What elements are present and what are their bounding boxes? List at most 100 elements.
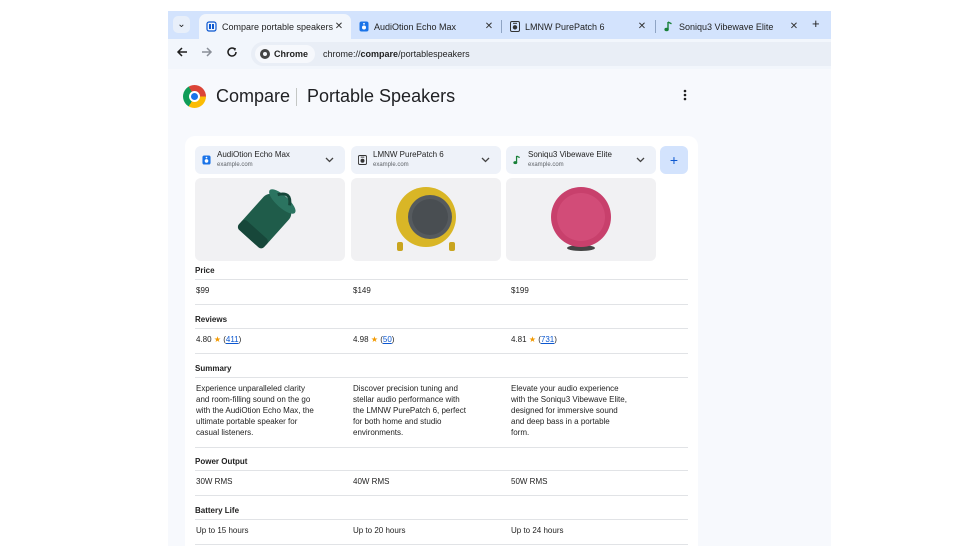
review-count-link[interactable]: 411 — [226, 335, 239, 344]
summary-line: and deep bass in a portable — [511, 417, 610, 426]
product-header-3[interactable]: Soniqu3 Vibewave Elite example.com — [506, 146, 656, 174]
url-host: compare — [360, 49, 399, 59]
add-product-button[interactable]: + — [660, 146, 688, 174]
new-tab-button[interactable]: + — [812, 17, 820, 31]
toolbar: Chrome chrome://compare/portablespeakers — [168, 39, 831, 69]
site-chip-label: Chrome — [274, 49, 309, 59]
chevron-down-icon[interactable] — [481, 155, 495, 165]
summary-line: with the Soniqu3 Vibewave Elite, — [511, 395, 627, 404]
summary-line: casual listeners. — [196, 428, 254, 437]
review-cell: 4.98 ★ (50) — [353, 335, 395, 344]
reload-icon — [227, 47, 237, 57]
product-domain: example.com — [528, 162, 564, 168]
tab-title: AudiOtion Echo Max — [374, 21, 457, 32]
url-path: /portablespeakers — [398, 49, 470, 59]
summary-line: Discover precision tuning and — [353, 384, 458, 393]
round-speaker-image — [396, 187, 456, 251]
summary-line: with the AudiOtion Echo Max, the — [196, 406, 314, 415]
divider — [195, 519, 688, 520]
battery-value: Up to 24 hours — [511, 526, 564, 535]
summary-line: for both home and studio — [353, 417, 442, 426]
page-brand: Compare — [216, 86, 291, 106]
section-label: Battery Life — [195, 506, 240, 515]
product-name: Soniqu3 Vibewave Elite — [528, 150, 612, 159]
product-image-1[interactable] — [195, 178, 345, 261]
review-cell: 4.80 ★ (411) — [196, 335, 242, 344]
product-image-2[interactable] — [351, 178, 501, 261]
product-name: LMNW PurePatch 6 — [373, 150, 444, 159]
summary-line: stellar audio performance with — [353, 395, 460, 404]
product-name: AudiOtion Echo Max — [217, 150, 290, 159]
power-value: 40W RMS — [353, 477, 390, 486]
close-icon[interactable]: ✕ — [636, 21, 648, 32]
table-title[interactable]: Portable Speakers — [307, 86, 455, 107]
tab-title: LMNW PurePatch 6 — [525, 21, 605, 32]
sphere-speaker-image — [551, 187, 611, 251]
section-label: Summary — [195, 364, 232, 373]
music-note-icon — [663, 21, 674, 32]
divider — [296, 88, 297, 106]
power-value: 50W RMS — [511, 477, 548, 486]
summary-text: Discover precision tuning and stellar au… — [353, 383, 503, 438]
cylinder-speaker-image — [237, 189, 296, 249]
tab-audiotion[interactable]: AudiOtion Echo Max ✕ — [351, 14, 501, 39]
summary-line: form. — [511, 428, 530, 437]
review-cell: 4.81 ★ (731) — [511, 335, 557, 344]
tab-lmnw[interactable]: LMNW PurePatch 6 ✕ — [502, 14, 654, 39]
product-header-1[interactable]: AudiOtion Echo Max example.com — [195, 146, 345, 174]
tab-title: Soniqu3 Vibewave Elite — [679, 21, 774, 32]
tab-soniqu3[interactable]: Soniqu3 Vibewave Elite ✕ — [656, 14, 806, 39]
site-info-chip[interactable]: Chrome — [255, 45, 316, 63]
close-icon[interactable]: ✕ — [333, 21, 345, 32]
summary-line: environments. — [353, 428, 404, 437]
back-button[interactable] — [174, 46, 190, 62]
review-count-link[interactable]: 731 — [541, 335, 554, 344]
battery-value: Up to 20 hours — [353, 526, 406, 535]
close-icon[interactable]: ✕ — [483, 21, 495, 32]
url-prefix: chrome:// — [323, 49, 361, 59]
divider — [195, 447, 688, 448]
summary-line: the LMNW PurePatch 6, perfect — [353, 406, 466, 415]
section-label: Price — [195, 266, 215, 275]
price-value: $199 — [511, 286, 529, 295]
forward-button[interactable] — [199, 46, 215, 62]
battery-value: Up to 15 hours — [196, 526, 249, 535]
product-image-3[interactable] — [506, 178, 656, 261]
star-icon: ★ — [528, 335, 536, 344]
more-vert-icon — [683, 89, 687, 101]
speaker-blue-icon — [201, 155, 211, 165]
speaker-blue-icon — [358, 21, 369, 32]
divider — [195, 544, 688, 545]
chevron-down-icon[interactable] — [325, 155, 339, 165]
summary-line: ultimate portable speaker for — [196, 417, 298, 426]
tab-strip: ⌄ Compare portable speakers ✕ AudiOtion … — [168, 11, 831, 39]
music-note-icon — [512, 155, 522, 165]
product-header-2[interactable]: LMNW PurePatch 6 example.com — [351, 146, 501, 174]
reload-button[interactable] — [224, 46, 240, 62]
close-icon[interactable]: ✕ — [788, 21, 800, 32]
more-menu-button[interactable] — [683, 89, 687, 103]
summary-line: and room-filling sound on the go — [196, 395, 311, 404]
rating-value: 4.80 — [196, 335, 212, 344]
summary-text: Elevate your audio experience with the S… — [511, 383, 661, 438]
review-count-link[interactable]: 50 — [383, 335, 392, 344]
power-value: 30W RMS — [196, 477, 233, 486]
chevron-down-icon: ⌄ — [177, 19, 186, 30]
chrome-logo-icon — [183, 85, 206, 108]
url-text: chrome://compare/portablespeakers — [323, 49, 470, 59]
divider — [195, 470, 688, 471]
speaker-dark-icon — [509, 21, 520, 32]
tab-search-button[interactable]: ⌄ — [173, 16, 190, 33]
summary-line: Elevate your audio experience — [511, 384, 619, 393]
forward-arrow-icon — [202, 47, 213, 57]
chevron-down-icon[interactable] — [636, 155, 650, 165]
tab-compare[interactable]: Compare portable speakers ✕ — [199, 14, 351, 39]
divider — [195, 279, 688, 280]
comparison-table: AudiOtion Echo Max example.com LMNW Pure… — [185, 136, 698, 546]
rating-value: 4.81 — [511, 335, 527, 344]
price-value: $99 — [196, 286, 210, 295]
section-label: Power Output — [195, 457, 248, 466]
plus-icon: + — [669, 152, 679, 168]
compare-icon — [206, 21, 217, 32]
address-bar[interactable]: Chrome chrome://compare/portablespeakers — [251, 42, 831, 66]
